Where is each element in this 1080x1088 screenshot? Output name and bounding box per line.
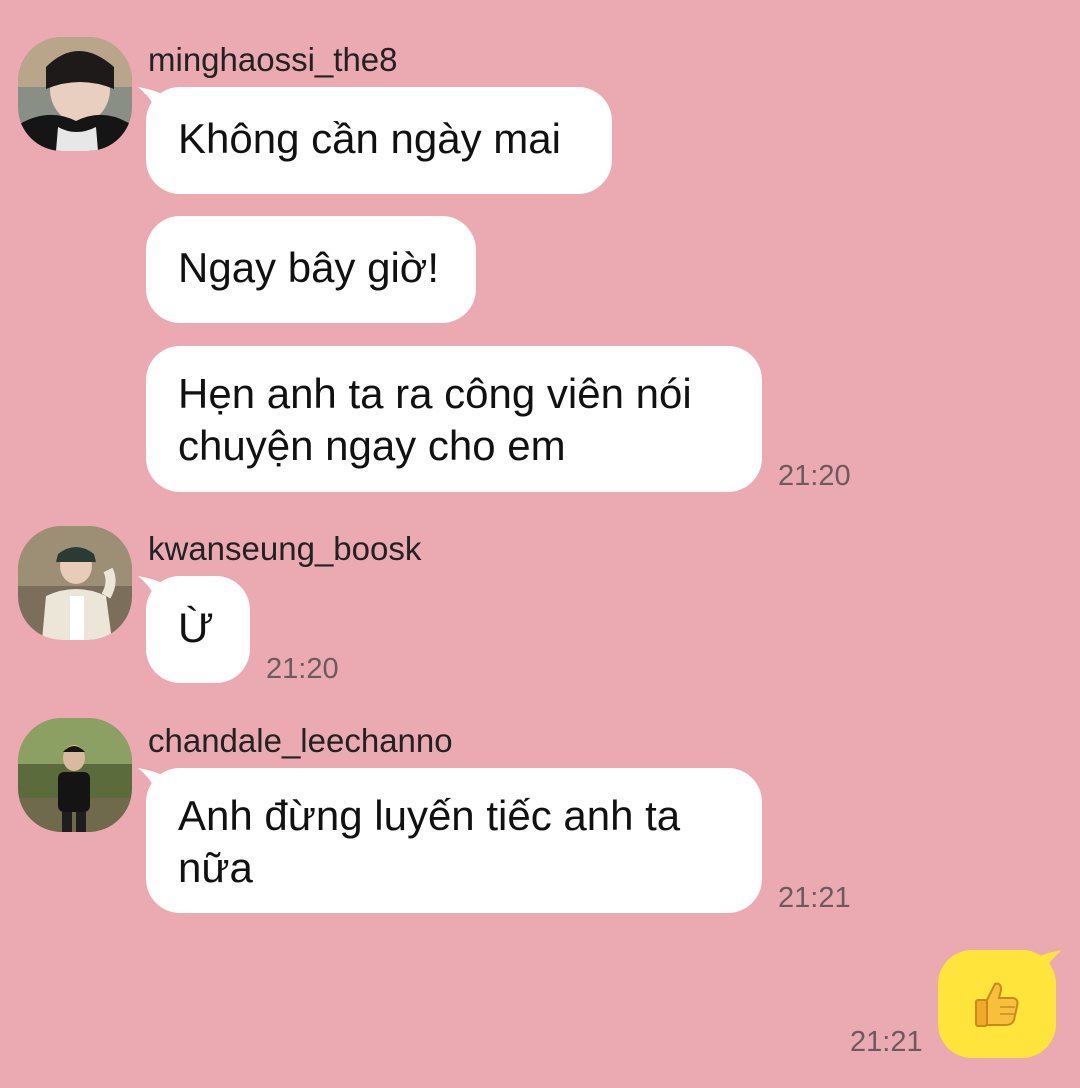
message-time: 21:21 <box>778 882 851 914</box>
message-bubble[interactable]: Anh đừng luyến tiếc anh ta nữa <box>146 768 762 913</box>
message-time: 21:21 <box>850 1026 923 1058</box>
message-bubble[interactable]: Ngay bây giờ! <box>146 216 476 323</box>
message-text: Hẹn anh ta ra công viên nói chuyện ngay … <box>178 370 692 469</box>
sender-name: minghaossi_the8 <box>148 41 398 78</box>
sender-name: kwanseung_boosk <box>148 530 422 567</box>
avatar-chandale[interactable] <box>18 718 132 832</box>
message-text: Anh đừng luyến tiếc anh ta nữa <box>178 792 681 891</box>
my-sticker-bubble[interactable] <box>938 950 1056 1058</box>
message-text: Không cần ngày mai <box>178 115 561 162</box>
avatar-photo-icon <box>18 718 132 832</box>
avatar-kwanseung[interactable] <box>18 526 132 640</box>
sender-name: chandale_leechanno <box>148 722 453 759</box>
message-text: Ngay bây giờ! <box>178 244 440 291</box>
message-bubble[interactable]: Không cần ngày mai <box>146 87 612 194</box>
message-time: 21:20 <box>266 653 339 685</box>
message-time: 21:20 <box>778 460 851 492</box>
message-bubble[interactable]: Ừ <box>146 576 250 683</box>
message-text: Ừ <box>178 604 214 651</box>
message-bubble[interactable]: Hẹn anh ta ra công viên nói chuyện ngay … <box>146 346 762 492</box>
avatar-minghaossi[interactable] <box>18 37 132 151</box>
avatar-photo-icon <box>18 526 132 640</box>
avatar-photo-icon <box>18 37 132 151</box>
thumbs-up-icon <box>975 982 1019 1027</box>
